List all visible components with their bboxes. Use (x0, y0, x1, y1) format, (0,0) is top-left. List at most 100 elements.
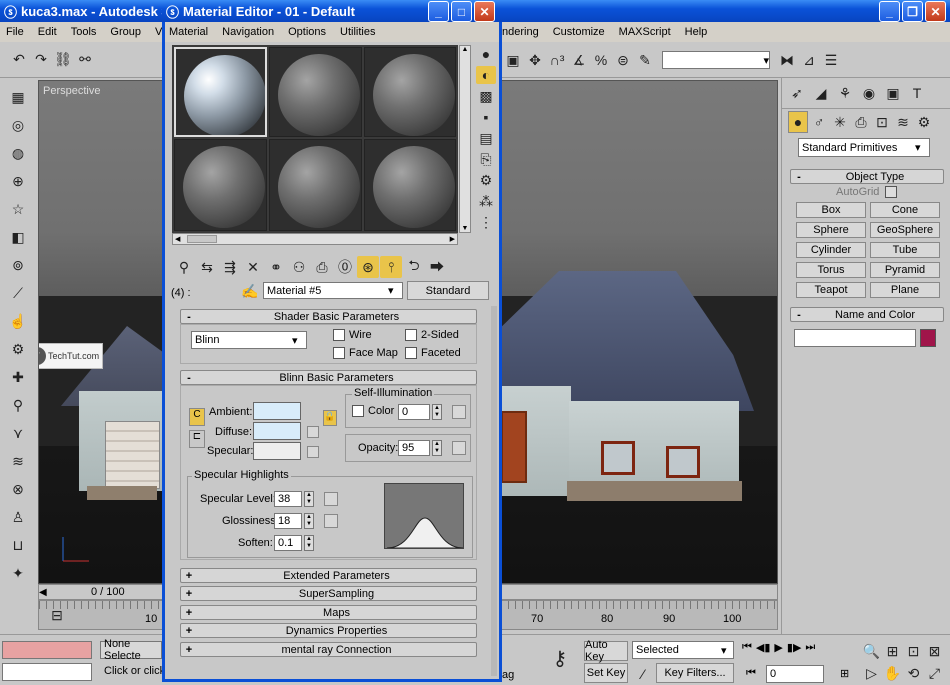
select-by-material-icon[interactable]: ⁂ (476, 192, 496, 210)
bucket-icon[interactable]: ⊔ (7, 534, 29, 556)
scroll-down-icon[interactable]: ▼ (460, 225, 470, 232)
two-sided-checkbox[interactable] (405, 329, 417, 341)
sample-slot[interactable] (364, 47, 456, 137)
dummy-icon[interactable]: ✚ (7, 366, 29, 388)
systems-icon[interactable]: ⚙ (914, 111, 934, 133)
soften-field[interactable]: 0.1 (274, 535, 302, 551)
go-to-end-icon[interactable]: ⏭ (805, 641, 815, 654)
wire-checkbox[interactable] (333, 329, 345, 341)
time-config-icon[interactable]: ⊞ (840, 667, 849, 680)
background-icon[interactable]: ▩ (476, 87, 496, 105)
material-id-icon[interactable]: ⓪ (334, 256, 356, 278)
menu-rendering[interactable]: ndering (502, 26, 539, 38)
soften-spinner[interactable]: ▲ ▼ (304, 535, 314, 551)
key-icon[interactable]: ⚷ (545, 647, 575, 670)
named-selection-dropdown[interactable]: ▾ (662, 51, 770, 69)
put-material-icon[interactable]: ⇆ (196, 256, 218, 278)
geosphere-button[interactable]: GeoSphere (870, 222, 940, 238)
name-and-color-rollout[interactable]: - Name and Color (790, 307, 944, 322)
material-name-field[interactable]: Material #5 ▾ (263, 282, 403, 299)
half-box-icon[interactable]: ◧ (7, 226, 29, 248)
edit-named-selection-icon[interactable]: ✎ (634, 49, 656, 71)
extended-parameters-rollout[interactable]: + Extended Parameters (180, 568, 477, 583)
specular-color-swatch[interactable] (253, 442, 301, 460)
cone-button[interactable]: Cone (870, 202, 940, 218)
scroll-up-icon[interactable]: ▲ (460, 46, 470, 53)
specular-lock-icon[interactable]: ⊏ (189, 430, 205, 448)
sample-type-icon[interactable]: ● (476, 45, 496, 63)
sample-uv-tiling-icon[interactable]: ▪ (476, 108, 496, 126)
angle-snap-icon[interactable]: ∡ (568, 49, 590, 71)
blinn-basic-parameters-rollout[interactable]: - Blinn Basic Parameters (180, 370, 477, 385)
sample-slot[interactable] (269, 139, 362, 231)
default-tangents-icon[interactable]: ⁄ (632, 663, 654, 685)
sample-slot[interactable] (174, 47, 267, 137)
modify-tab-icon[interactable]: ◢ (810, 82, 832, 104)
lights-icon[interactable]: ✳ (830, 111, 850, 133)
undo-icon[interactable]: ↶ (8, 49, 30, 71)
box-button[interactable]: Box (796, 202, 866, 218)
options-icon[interactable]: ⚙ (476, 171, 496, 189)
zoom-icon[interactable]: 🔍 (862, 641, 881, 661)
menu-group[interactable]: Group (110, 26, 141, 38)
utilities-tab-icon[interactable]: T (906, 82, 928, 104)
viewport-label[interactable]: Perspective (43, 85, 100, 97)
percent-snap-icon[interactable]: % (590, 49, 612, 71)
plane-button[interactable]: Plane (870, 282, 940, 298)
me-minimize-button[interactable]: _ (428, 1, 449, 22)
faceted-checkbox[interactable] (405, 347, 417, 359)
set-key-button[interactable]: Set Key (584, 663, 628, 683)
sample-slots-vscroll[interactable]: ▲ ▼ (459, 45, 471, 233)
orbit-icon[interactable]: ⟲ (904, 663, 923, 683)
show-map-icon[interactable]: ⊛ (357, 256, 379, 278)
snap-3d-icon[interactable]: ∩³ (546, 49, 568, 71)
specular-map-button[interactable] (307, 446, 319, 458)
specular-level-spinner[interactable]: ▲ ▼ (304, 491, 314, 507)
main-maximize-button[interactable]: ❐ (902, 1, 923, 22)
face-map-checkbox[interactable] (333, 347, 345, 359)
spinner-snap-icon[interactable]: ⊜ (612, 49, 634, 71)
zoom-extents-all-icon[interactable]: ⊠ (925, 641, 944, 661)
align-icon[interactable]: ⊿ (798, 49, 820, 71)
me-panel-scrollbar[interactable] (491, 306, 497, 676)
menu-file[interactable]: File (6, 26, 24, 38)
menu-tools[interactable]: Tools (71, 26, 97, 38)
unlink-icon[interactable]: ⚯ (74, 49, 96, 71)
torus-icon[interactable]: ◎ (7, 114, 29, 136)
ambient-diffuse-lock-icon[interactable]: C (189, 408, 205, 426)
key-mode-dropdown[interactable]: Selected ▾ (632, 641, 734, 659)
object-color-swatch[interactable] (920, 329, 936, 347)
hierarchy-tab-icon[interactable]: ⚘ (834, 82, 856, 104)
scroll-right-icon[interactable]: ▶ (450, 235, 455, 243)
field-of-view-icon[interactable]: ▷ (862, 663, 881, 683)
menu-maxscript[interactable]: MAXScript (619, 26, 671, 38)
layer-manager-icon[interactable]: ☰ (820, 49, 842, 71)
cameras-icon[interactable]: ⎙ (851, 111, 871, 133)
self-illum-map-button[interactable] (452, 405, 466, 419)
me-maximize-button[interactable]: □ (451, 1, 472, 22)
reset-material-icon[interactable]: ✕ (242, 256, 264, 278)
zoom-extents-icon[interactable]: ⊡ (904, 641, 923, 661)
maxscript-listener-pink[interactable] (2, 641, 92, 659)
go-to-parent-icon[interactable]: ⮌ (403, 256, 425, 278)
sphere-icon[interactable]: ◍ (7, 142, 29, 164)
chain-icon[interactable]: ⊗ (7, 478, 29, 500)
wand-icon[interactable]: ✦ (7, 562, 29, 584)
me-menu-navigation[interactable]: Navigation (222, 26, 274, 38)
helpers-icon[interactable]: ⊡ (872, 111, 892, 133)
put-to-library-icon[interactable]: ⎙ (311, 256, 333, 278)
hscroll-thumb[interactable] (187, 235, 217, 243)
me-menu-utilities[interactable]: Utilities (340, 26, 375, 38)
pick-material-from-object-icon[interactable]: ✍ (239, 280, 261, 302)
redo-icon[interactable]: ↷ (30, 49, 52, 71)
sample-slot[interactable] (364, 139, 456, 231)
make-unique-icon[interactable]: ⚇ (288, 256, 310, 278)
video-color-check-icon[interactable]: ▤ (476, 129, 496, 147)
fog-icon[interactable]: ⋎ (7, 422, 29, 444)
dynamics-properties-rollout[interactable]: + Dynamics Properties (180, 623, 477, 638)
target-icon[interactable]: ⊕ (7, 170, 29, 192)
track-view-icon[interactable]: ⊟ (46, 604, 68, 626)
specular-level-map-button[interactable] (324, 492, 338, 506)
ambient-color-swatch[interactable] (253, 402, 301, 420)
helper-icon[interactable]: ⚲ (7, 394, 29, 416)
